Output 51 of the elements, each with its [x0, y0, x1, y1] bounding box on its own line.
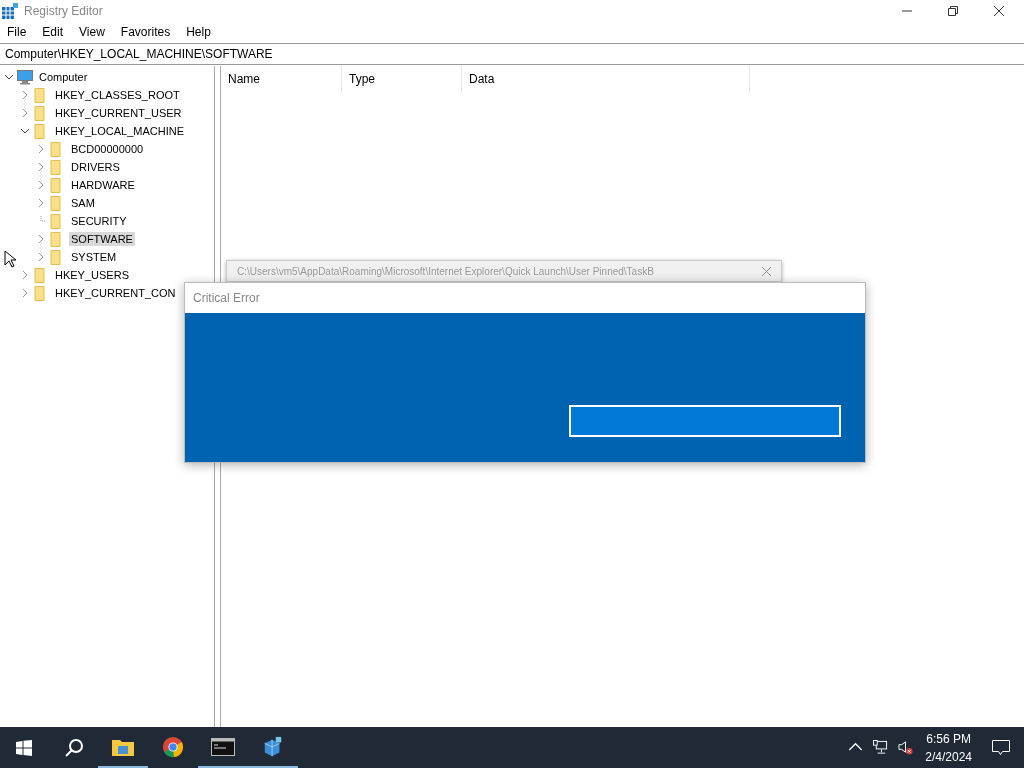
tree-item[interactable]: SAM — [69, 196, 97, 210]
column-header[interactable]: Data — [462, 66, 750, 92]
chevron-right-icon[interactable] — [20, 288, 30, 298]
tree-item[interactable]: SECURITY — [69, 214, 129, 228]
tree-item[interactable]: SYSTEM — [69, 250, 119, 264]
address-bar[interactable]: Computer\HKEY_LOCAL_MACHINE\SOFTWARE — [0, 43, 1024, 65]
chevron-right-icon[interactable] — [36, 252, 46, 262]
tree-item[interactable]: HKEY_CURRENT_CON — [53, 286, 178, 300]
tree-item[interactable]: SOFTWARE — [69, 232, 135, 246]
terminal-icon[interactable] — [211, 735, 235, 758]
restore-icon[interactable] — [948, 6, 958, 16]
tree-item[interactable]: HARDWARE — [69, 178, 137, 192]
dialog-title: Critical Error — [193, 291, 260, 305]
speaker-muted-icon[interactable] — [898, 740, 914, 755]
menu-item[interactable]: File — [7, 25, 27, 39]
notification-icon[interactable] — [992, 739, 1010, 756]
cursor-icon — [4, 250, 16, 268]
chevron-right-icon[interactable] — [36, 180, 46, 190]
tree-item[interactable]: DRIVERS — [69, 160, 122, 174]
menu-item[interactable]: Edit — [42, 25, 64, 39]
tree-item[interactable]: HKEY_CLASSES_ROOT — [53, 88, 182, 102]
chevron-right-icon[interactable] — [36, 162, 46, 172]
menu-item[interactable]: View — [79, 25, 105, 39]
menu-item[interactable]: Favorites — [120, 25, 171, 39]
chevron-down-icon[interactable] — [20, 126, 30, 136]
computer-icon — [17, 69, 33, 85]
chevron-down-icon[interactable] — [4, 72, 14, 82]
tree-item[interactable]: HKEY_LOCAL_MACHINE — [53, 124, 186, 138]
chevron-right-icon[interactable] — [36, 198, 46, 208]
dialog-button[interactable] — [569, 405, 841, 437]
close-icon[interactable] — [994, 6, 1004, 16]
browser-icon[interactable] — [161, 735, 185, 758]
chevron-right-icon[interactable] — [36, 144, 46, 154]
chevron-right-icon[interactable] — [20, 108, 30, 118]
network-icon[interactable] — [873, 740, 889, 755]
tree-item[interactable]: BCD00000000 — [69, 142, 146, 156]
chevron-right-icon[interactable] — [36, 234, 46, 244]
chevron-right-icon[interactable] — [20, 90, 30, 100]
clock-date[interactable]: 2/4/2024 — [925, 747, 972, 766]
clock-time[interactable]: 6:56 PM — [926, 729, 971, 748]
tree-item[interactable]: Computer — [37, 70, 90, 84]
chevron-right-icon[interactable] — [20, 270, 30, 280]
window-title: Registry Editor — [24, 4, 103, 18]
window-title: C:\Users\vm5\AppData\Roaming\Microsoft\Internet Explorer\Quick Launch\User Pinned\TaskB — [237, 265, 654, 277]
search-icon[interactable] — [64, 737, 84, 758]
column-header[interactable]: Type — [342, 66, 462, 92]
start-icon[interactable] — [16, 739, 32, 756]
tree-item[interactable]: HKEY_USERS — [53, 268, 131, 282]
tree-item[interactable]: HKEY_CURRENT_USER — [53, 106, 184, 120]
menu-item[interactable]: Help — [186, 25, 211, 39]
column-header[interactable]: Name — [221, 66, 342, 92]
